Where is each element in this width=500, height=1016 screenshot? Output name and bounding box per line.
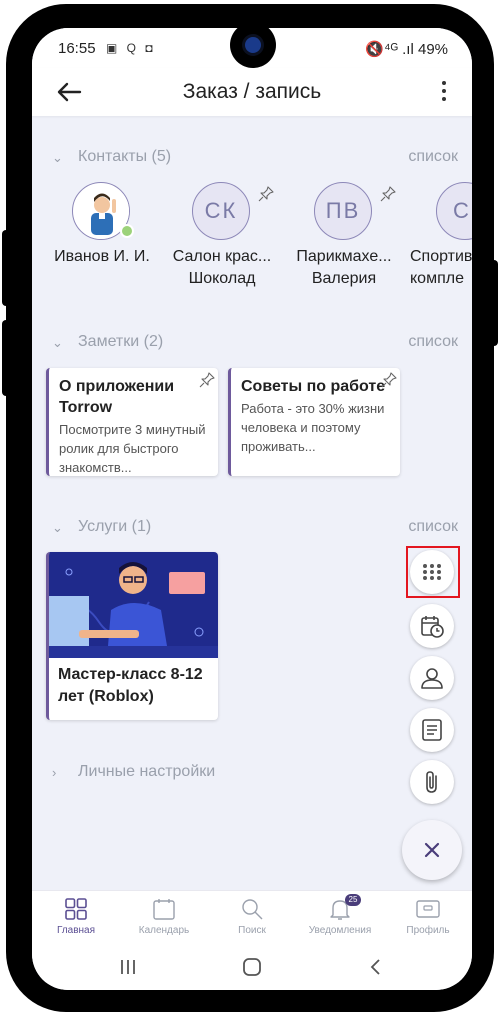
status-time: 16:55 <box>58 40 96 57</box>
fab-close-button[interactable] <box>402 820 462 880</box>
settings-section-header[interactable]: › Личные настройки <box>52 763 458 783</box>
nav-profile[interactable]: Профиль <box>384 891 472 945</box>
arrow-left-icon <box>57 82 82 102</box>
paperclip-icon <box>426 771 437 793</box>
highlight-box <box>406 546 460 598</box>
nav-search[interactable]: Поиск <box>208 891 296 945</box>
note-title: Советы по работе <box>241 378 386 395</box>
camera-icon <box>230 28 276 68</box>
service-card[interactable]: Мастер-класс 8-12 лет (Roblox) <box>46 552 218 720</box>
settings-title: Личные настройки <box>78 763 216 780</box>
avatar-initials: СК <box>192 182 250 240</box>
user-icon <box>421 668 443 689</box>
page-title: Заказ / запись <box>182 80 322 103</box>
pin-icon <box>380 186 396 202</box>
note-body: Посмотрите 3 минутный ролик для быстрого… <box>59 422 206 475</box>
services-list-link[interactable]: список <box>408 518 458 536</box>
status-right-indicators: 🔇⁴ᴳ .ıl 49% <box>365 41 448 58</box>
contact-name: Салон крас... Шоколад <box>172 248 272 287</box>
nav-label: Главная <box>56 925 96 936</box>
side-button <box>490 260 498 346</box>
services-section-header[interactable]: ⌄ Услуги (1) список <box>52 518 458 538</box>
contact-name: Парикмахе... Валерия <box>296 248 392 287</box>
more-dot <box>442 97 446 101</box>
recents-icon <box>121 960 135 974</box>
nav-label: Календарь <box>138 925 190 936</box>
recents-button[interactable] <box>108 954 148 980</box>
fab-calendar-button[interactable] <box>410 604 454 648</box>
system-navigation <box>32 944 472 990</box>
chevron-right-icon: › <box>52 765 57 780</box>
profile-card-icon <box>416 900 440 918</box>
fab-contact-button[interactable] <box>410 656 454 700</box>
nav-notifications[interactable]: 25 Уведомления <box>296 891 384 945</box>
notes-title: Заметки (2) <box>78 333 164 350</box>
pin-icon <box>381 372 397 388</box>
avatar-initials: ПВ <box>314 182 372 240</box>
back-icon <box>370 959 380 975</box>
chevron-down-icon: ⌄ <box>52 520 63 535</box>
contact-item[interactable]: Иванов И. И. <box>42 182 162 292</box>
contact-name: Иванов И. И. <box>54 248 150 265</box>
notes-list-link[interactable]: список <box>408 333 458 351</box>
note-icon <box>422 719 442 741</box>
status-bar: 16:55 ▣ Q ◘ 🔇⁴ᴳ .ıl 49% <box>32 28 472 68</box>
online-status-dot <box>120 224 134 238</box>
service-title: Мастер-класс 8-12 лет (Roblox) <box>58 666 203 705</box>
nav-label: Поиск <box>238 925 266 936</box>
nav-label: Профиль <box>406 925 450 936</box>
screen: 16:55 ▣ Q ◘ 🔇⁴ᴳ .ıl 49% Заказ / запись ⌄… <box>32 28 472 990</box>
note-card[interactable]: Советы по работе Работа - это 30% жизни … <box>228 368 400 476</box>
avatar-initials: С <box>436 182 472 240</box>
power-button <box>2 320 10 396</box>
note-body: Работа - это 30% жизни человека и поэтом… <box>241 401 385 454</box>
chevron-down-icon: ⌄ <box>52 150 63 165</box>
more-vertical-icon <box>442 81 446 85</box>
home-grid-icon <box>65 898 87 920</box>
pin-icon <box>258 186 274 202</box>
home-button[interactable] <box>232 954 272 980</box>
search-icon <box>242 899 263 920</box>
calendar-icon <box>153 899 175 920</box>
app-bar: Заказ / запись <box>32 68 472 116</box>
note-card[interactable]: О приложении Torrow Посмотрите 3 минутны… <box>46 368 218 476</box>
volume-button <box>2 230 10 306</box>
calendar-clock-icon <box>421 616 444 638</box>
contact-item[interactable]: С Спортив компле <box>406 182 472 292</box>
service-illustration <box>49 552 218 658</box>
notification-badge: 25 <box>345 894 361 906</box>
notes-section-header[interactable]: ⌄ Заметки (2) список <box>52 333 458 353</box>
contacts-list-link[interactable]: список <box>408 148 458 166</box>
services-title: Услуги (1) <box>78 518 152 535</box>
more-options-button[interactable] <box>438 78 450 106</box>
nav-label: Уведомления <box>308 925 372 936</box>
nav-calendar[interactable]: Календарь <box>120 891 208 945</box>
contact-name: Спортив компле <box>410 248 472 287</box>
system-back-button[interactable] <box>356 954 396 980</box>
note-title: О приложении Torrow <box>59 378 175 416</box>
contacts-section-header[interactable]: ⌄ Контакты (5) список <box>52 148 458 168</box>
back-button[interactable] <box>54 78 84 106</box>
bottom-navigation: Главная Календарь Поиск 25 Уведомления П… <box>32 890 472 944</box>
home-icon <box>243 958 261 976</box>
close-icon <box>424 842 440 858</box>
contacts-title: Контакты (5) <box>78 148 172 165</box>
more-dot <box>442 89 446 93</box>
nav-home[interactable]: Главная <box>32 891 120 945</box>
contact-item[interactable]: ПВ Парикмахе... Валерия <box>284 182 404 292</box>
status-left-icons: ▣ Q ◘ <box>106 41 156 55</box>
fab-attachment-button[interactable] <box>410 760 454 804</box>
contact-item[interactable]: СК Салон крас... Шоколад <box>162 182 282 292</box>
chevron-down-icon: ⌄ <box>52 335 63 350</box>
pin-icon <box>199 372 215 388</box>
fab-note-button[interactable] <box>410 708 454 752</box>
